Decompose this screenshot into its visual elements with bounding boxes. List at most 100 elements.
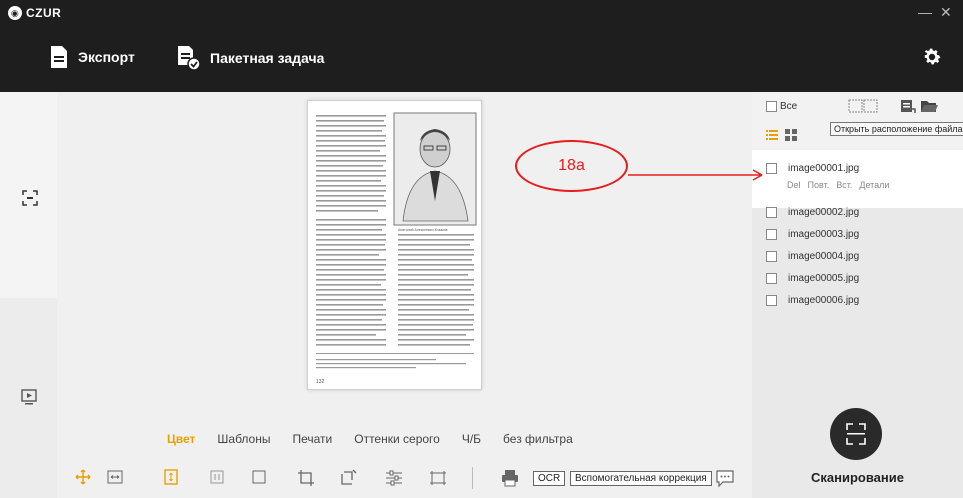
list-view-button[interactable] (766, 128, 778, 146)
select-all-checkbox[interactable] (766, 101, 777, 112)
file-checkbox-4[interactable] (766, 251, 777, 262)
title-bar: ◉ CZUR — ✕ (0, 0, 963, 28)
scan-label: Сканирование (811, 470, 904, 485)
scan-frame-icon (846, 423, 866, 445)
export-files-button[interactable] (900, 98, 916, 119)
split-page-icon (210, 470, 224, 484)
insert-action[interactable]: Вст. (836, 180, 852, 190)
file-row-1[interactable]: image00001.jpg (766, 163, 859, 174)
select-all[interactable]: Все (766, 101, 797, 112)
edit-tools: OCR Вспомогательная коррекция (75, 467, 755, 494)
crop-icon (298, 470, 314, 486)
two-page-icon (848, 99, 878, 113)
details-action[interactable]: Детали (859, 180, 889, 190)
split-page-tool[interactable] (209, 469, 225, 490)
file-row-6[interactable]: image00006.jpg (766, 295, 859, 306)
main-toolbar: Экспорт Пакетная задача (0, 28, 963, 92)
adjust-tool[interactable] (385, 469, 403, 492)
single-page-tool[interactable] (251, 469, 267, 490)
fit-screen-button[interactable] (22, 190, 38, 211)
move-tool[interactable] (75, 469, 91, 490)
assist-correction-button[interactable]: Вспомогательная коррекция (570, 471, 712, 486)
crop-tool[interactable] (297, 469, 315, 492)
scan-area: Сканирование (752, 382, 963, 498)
filter-color[interactable]: Цвет (167, 432, 195, 446)
single-page-icon (252, 470, 266, 484)
preview-monitor-icon (21, 389, 37, 405)
file-name-6: image00006.jpg (788, 295, 860, 306)
scanned-page[interactable]: Анатолий Алексеевич Козаков 132 (307, 100, 482, 390)
chat-bubble-icon (716, 470, 734, 488)
file-panel: Все Открыть расположение файла image0000… (752, 92, 963, 498)
document-icon (51, 46, 67, 68)
file-name-4: image00004.jpg (788, 251, 860, 262)
file-name-3: image00003.jpg (788, 229, 860, 240)
file-checkbox-6[interactable] (766, 295, 777, 306)
folder-open-icon (921, 101, 938, 112)
filter-tabs: Цвет Шаблоны Печати Оттенки серого Ч/Б б… (167, 432, 573, 446)
batch-task-label: Пакетная задача (210, 50, 325, 66)
export-button[interactable]: Экспорт (50, 45, 135, 69)
file-row-4[interactable]: image00004.jpg (766, 251, 859, 262)
grid-view-button[interactable] (785, 128, 797, 146)
fit-screen-icon (22, 190, 38, 206)
file-name-1: image00001.jpg (788, 163, 860, 174)
comment-tool[interactable] (715, 469, 735, 492)
fit-height-icon (164, 469, 178, 485)
delete-action[interactable]: Del (787, 180, 801, 190)
file-actions: Del Повт. Вст. Детали (787, 180, 889, 190)
printer-icon (502, 470, 518, 487)
annotation-arrow (628, 169, 763, 181)
filter-none[interactable]: без фильтра (503, 432, 573, 446)
filter-templates[interactable]: Шаблоны (217, 432, 270, 446)
auto-crop-tool[interactable] (339, 469, 357, 492)
filter-stamps[interactable]: Печати (292, 432, 332, 446)
frame-tool[interactable] (429, 469, 447, 492)
selected-file-item[interactable]: image00001.jpg Del Повт. Вст. Детали (752, 150, 963, 208)
select-all-label: Все (780, 101, 798, 112)
preview-button[interactable] (21, 389, 37, 410)
annotation-ellipse: 18a (515, 140, 628, 192)
file-name-2: image00002.jpg (788, 207, 860, 218)
file-row-3[interactable]: image00003.jpg (766, 229, 859, 240)
file-row-5[interactable]: image00005.jpg (766, 273, 859, 284)
page-layout-button[interactable] (848, 98, 878, 119)
file-checkbox-5[interactable] (766, 273, 777, 284)
scan-button[interactable] (830, 408, 882, 460)
scanned-page-content: Анатолий Алексеевич Козаков 132 (316, 112, 477, 385)
batch-document-icon (178, 46, 200, 71)
photo-caption: Анатолий Алексеевич Козаков (398, 228, 448, 232)
export-label: Экспорт (78, 49, 135, 65)
print-tool[interactable] (501, 469, 519, 492)
filter-grayscale[interactable]: Оттенки серого (354, 432, 440, 446)
annotation-label: 18a (558, 157, 585, 174)
open-location-tooltip: Открыть расположение файла (830, 122, 963, 136)
frame-icon (430, 471, 446, 485)
tool-divider (472, 467, 474, 494)
file-checkbox-2[interactable] (766, 207, 777, 218)
sliders-icon (386, 470, 402, 486)
auto-crop-icon (341, 469, 357, 485)
czur-logo-icon: ◉ (8, 6, 22, 20)
file-name-5: image00005.jpg (788, 273, 860, 284)
move-arrows-icon (75, 469, 91, 485)
file-row-2[interactable]: image00002.jpg (766, 207, 859, 218)
file-panel-header: Все Открыть расположение файла (752, 92, 963, 150)
ocr-button[interactable]: OCR (533, 471, 566, 486)
open-folder-button[interactable] (920, 98, 938, 119)
fit-width-tool[interactable] (107, 469, 123, 490)
batch-task-button[interactable]: Пакетная задача (176, 45, 324, 71)
grid-view-icon (785, 129, 797, 141)
app-logo-text: CZUR (26, 6, 62, 20)
file-checkbox-3[interactable] (766, 229, 777, 240)
settings-button[interactable] (921, 46, 943, 73)
app-logo: ◉ CZUR (8, 6, 61, 20)
rescan-action[interactable]: Повт. (808, 180, 830, 190)
fit-height-tool[interactable] (163, 469, 179, 490)
filter-bw[interactable]: Ч/Б (462, 432, 481, 446)
fit-width-icon (107, 470, 123, 484)
page-number: 132 (316, 379, 325, 385)
file-checkbox-1[interactable] (766, 163, 777, 174)
minimize-button[interactable]: — (918, 4, 932, 20)
close-button[interactable]: ✕ (940, 4, 952, 21)
